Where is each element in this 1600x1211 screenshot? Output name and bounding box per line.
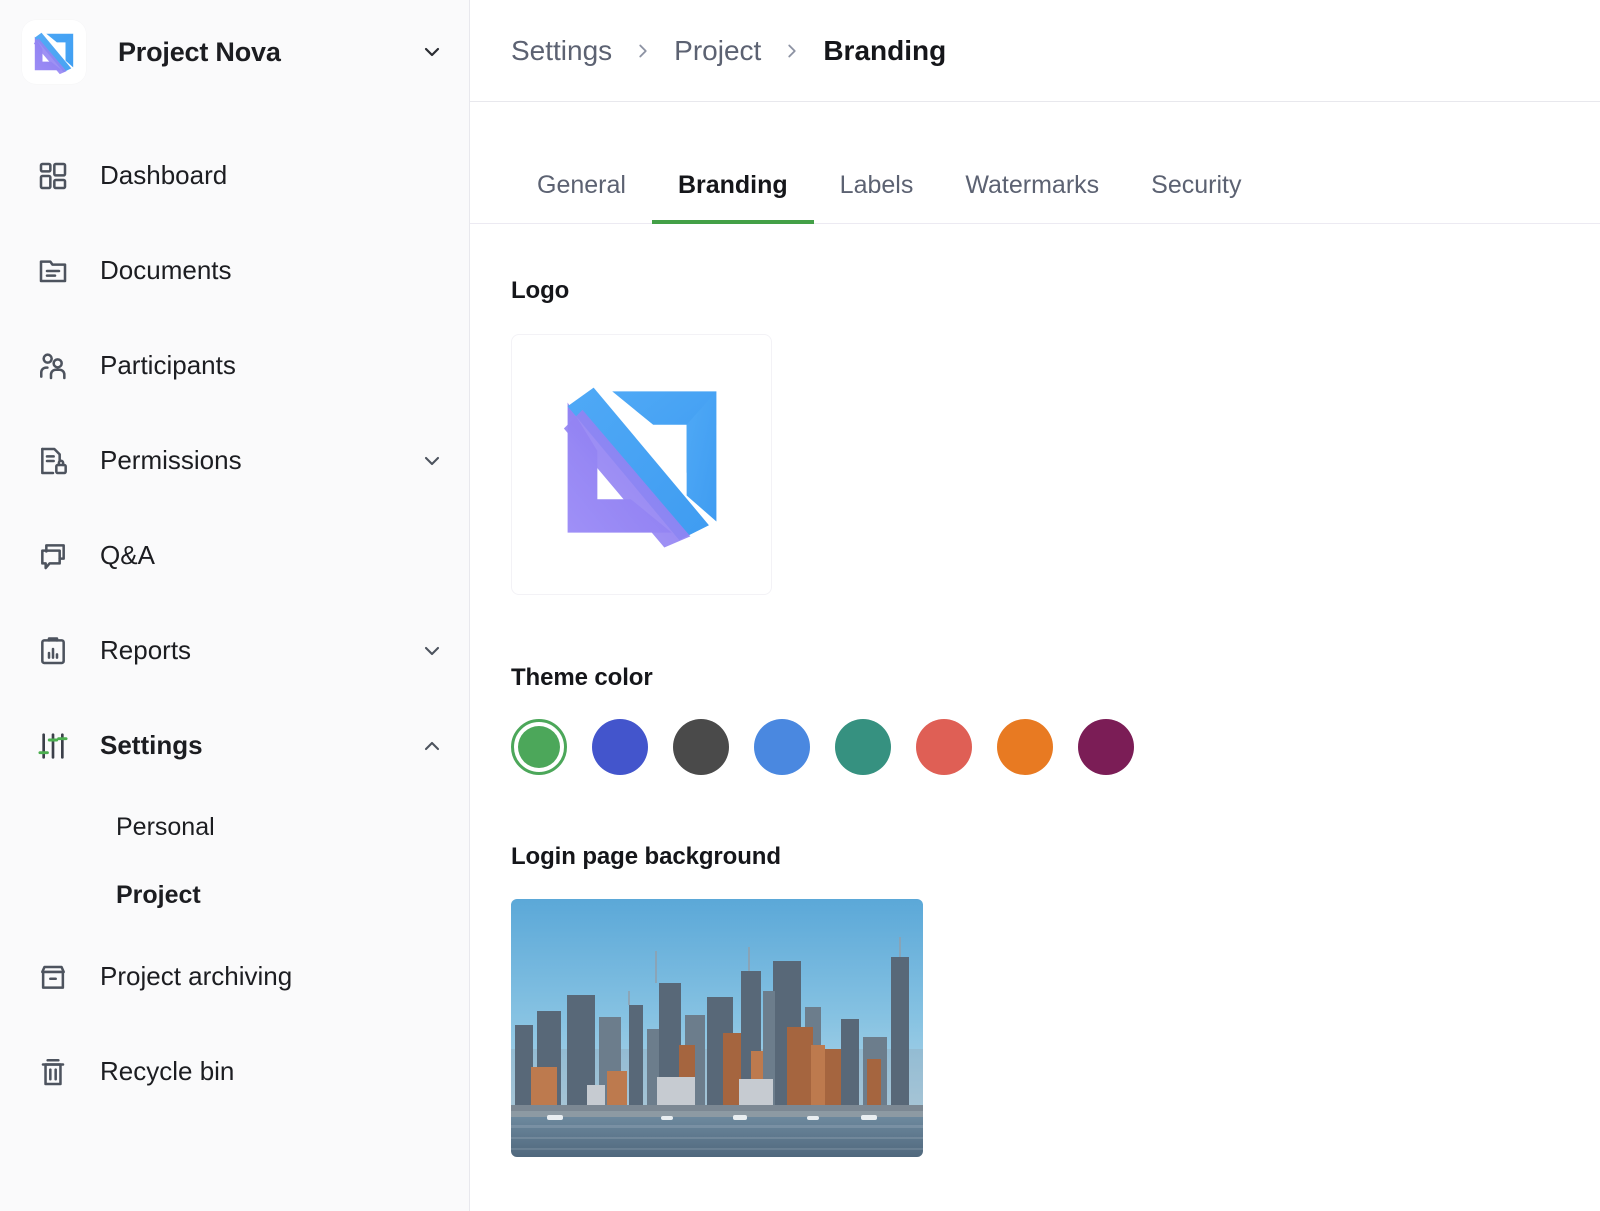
logo-section-title: Logo [511, 277, 570, 304]
theme-swatch-orange[interactable] [997, 719, 1053, 775]
sidebar-item-label: Recycle bin [100, 1056, 235, 1086]
sidebar-item-participants[interactable]: Participants [0, 318, 469, 413]
tab-watermarks[interactable]: Watermarks [939, 173, 1125, 224]
theme-swatch-plum[interactable] [1078, 719, 1134, 775]
sidebar-item-qa[interactable]: Q&A [0, 508, 469, 603]
sidebar-item-label: Project archiving [100, 961, 293, 991]
sidebar-item-label: Permissions [100, 445, 242, 475]
swatch-fill [592, 719, 648, 775]
breadcrumb-item-settings[interactable]: Settings [511, 35, 612, 67]
qa-chat-bubbles-icon [34, 537, 72, 575]
topbar: Settings Project Branding [470, 0, 1600, 102]
sidebar-subitem-label: Personal [116, 812, 215, 841]
sidebar-subitem-project[interactable]: Project [0, 861, 469, 929]
sidebar-item-reports[interactable]: Reports [0, 603, 469, 698]
swatch-fill [835, 719, 891, 775]
breadcrumb: Settings Project Branding [511, 35, 946, 67]
swatch-fill [916, 719, 972, 775]
tab-general[interactable]: General [511, 173, 652, 224]
settings-tabs: General Branding Labels Watermarks Secur… [470, 148, 1600, 224]
chevron-up-icon[interactable] [419, 733, 445, 759]
chevron-down-icon[interactable] [419, 638, 445, 664]
sidebar-subitem-personal[interactable]: Personal [0, 793, 469, 861]
swatch-fill [754, 719, 810, 775]
swatch-fill [518, 726, 560, 768]
sidebar-item-project-archiving[interactable]: Project archiving [0, 929, 469, 1024]
reports-clipboard-chart-icon [34, 632, 72, 670]
nova-logo-icon [22, 20, 86, 84]
sidebar-item-label: Dashboard [100, 160, 228, 190]
chevron-right-icon [632, 40, 654, 62]
sidebar-item-label: Reports [100, 635, 192, 665]
sidebar-item-permissions[interactable]: Permissions [0, 413, 469, 508]
nova-logo-icon [549, 369, 735, 560]
theme-swatch-indigo[interactable] [592, 719, 648, 775]
theme-color-section: Theme color [470, 664, 1600, 775]
sidebar-subitem-label: Project [116, 880, 201, 909]
breadcrumb-item-branding: Branding [823, 34, 947, 66]
chevron-down-icon[interactable] [419, 39, 445, 65]
login-background-section-title: Login page background [511, 843, 781, 870]
swatch-fill [997, 719, 1053, 775]
sidebar-item-settings[interactable]: Settings [0, 698, 469, 793]
login-background-section: Login page background [470, 843, 1600, 1157]
participants-people-icon [34, 347, 72, 385]
sidebar-item-dashboard[interactable]: Dashboard [0, 128, 469, 223]
document-folder-icon [34, 252, 72, 290]
logo-section: Logo [470, 277, 1600, 595]
sidebar-item-label: Participants [100, 350, 236, 380]
permissions-lock-document-icon [34, 442, 72, 480]
sidebar-item-documents[interactable]: Documents [0, 223, 469, 318]
tab-labels[interactable]: Labels [814, 173, 940, 224]
chevron-right-icon [781, 40, 803, 62]
theme-swatch-dark-gray[interactable] [673, 719, 729, 775]
sidebar-item-recycle-bin[interactable]: Recycle bin [0, 1024, 469, 1119]
logo-preview[interactable] [511, 334, 772, 595]
app-root: Project Nova Dashboard Documents Partici… [0, 0, 1600, 1211]
dashboard-grid-icon [34, 157, 72, 195]
settings-sliders-icon [34, 727, 72, 765]
breadcrumb-item-project[interactable]: Project [674, 35, 761, 67]
trash-bin-icon [34, 1053, 72, 1091]
sidebar-item-label: Settings [100, 730, 203, 760]
theme-swatch-green[interactable] [511, 719, 567, 775]
sidebar-nav: Dashboard Documents Participants Permiss… [0, 104, 469, 1119]
theme-swatch-teal[interactable] [835, 719, 891, 775]
theme-color-section-title: Theme color [511, 664, 653, 691]
tab-security[interactable]: Security [1125, 173, 1267, 224]
theme-swatch-blue[interactable] [754, 719, 810, 775]
theme-color-swatches [511, 719, 1600, 775]
city-skyline-photo [511, 899, 923, 1157]
chevron-down-icon[interactable] [419, 448, 445, 474]
sidebar-item-label: Documents [100, 255, 232, 285]
brand-switcher[interactable]: Project Nova [0, 0, 469, 104]
swatch-fill [1078, 719, 1134, 775]
main-content: Settings Project Branding General Brandi… [470, 0, 1600, 1211]
theme-swatch-red[interactable] [916, 719, 972, 775]
login-background-preview[interactable] [511, 899, 923, 1157]
sidebar-item-label: Q&A [100, 540, 155, 570]
archive-box-icon [34, 958, 72, 996]
swatch-fill [673, 719, 729, 775]
tab-branding[interactable]: Branding [651, 173, 814, 224]
brand-name: Project Nova [118, 36, 281, 67]
sidebar: Project Nova Dashboard Documents Partici… [0, 0, 470, 1211]
